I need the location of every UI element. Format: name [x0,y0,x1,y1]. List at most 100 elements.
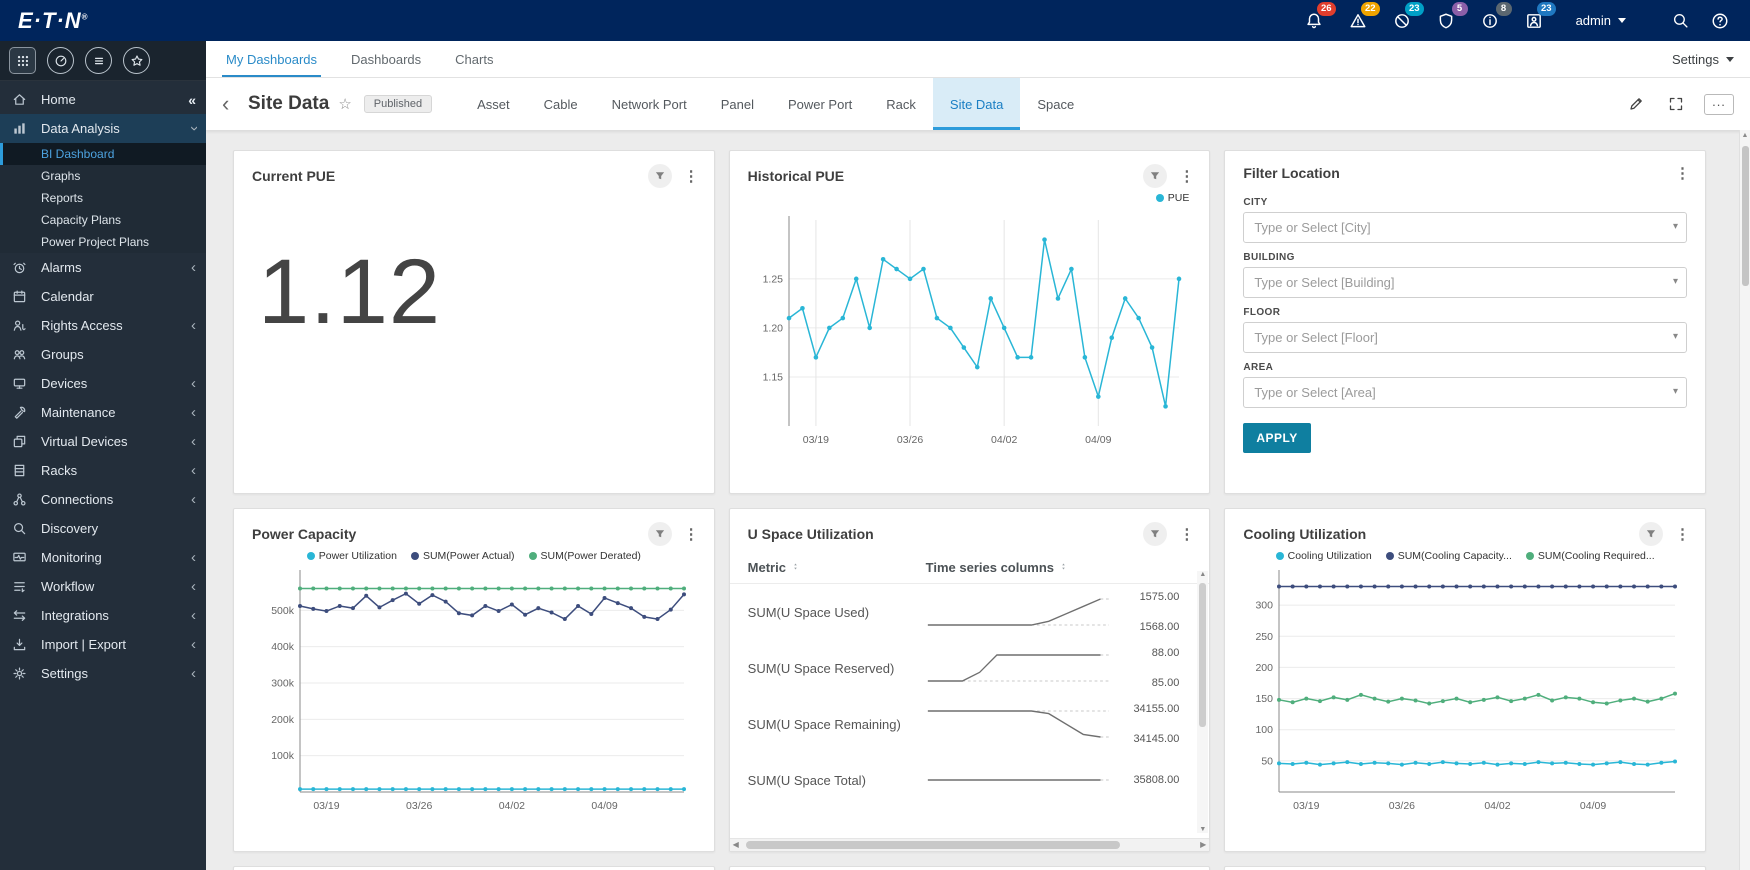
card-menu-icon[interactable]: ⋮ [681,167,702,185]
vertical-scrollbar[interactable]: ▲ ▼ [1197,571,1209,833]
sidebar-item-bi-dashboard[interactable]: BI Dashboard [0,143,206,165]
legend-item[interactable]: Cooling Utilization [1275,550,1372,562]
sidebar-item-maintenance[interactable]: Maintenance ‹ [0,398,206,427]
user-menu[interactable]: admin [1576,13,1626,28]
sidebar-item-graphs[interactable]: Graphs [0,165,206,187]
legend-item[interactable]: Power Utilization [306,550,397,562]
notification-badge: 8 [1495,1,1512,16]
virtual-devices-icon [12,434,34,449]
sidebar-item-monitoring[interactable]: Monitoring ‹ [0,543,206,572]
sidebar-item-reports[interactable]: Reports [0,187,206,209]
legend-item[interactable]: PUE [1155,192,1189,204]
filter-icon[interactable] [1638,522,1663,546]
column-header-metric[interactable]: Metric [748,560,786,575]
filter-icon[interactable] [1143,522,1168,546]
sidebar-item-capacity-plans[interactable]: Capacity Plans [0,209,206,231]
sidebar-item-home[interactable]: Home « [0,85,206,114]
tab-network-port[interactable]: Network Port [595,78,704,130]
legend-item[interactable]: SUM(Power Actual) [410,550,515,562]
sidebar-item-settings[interactable]: Settings ‹ [0,659,206,688]
historical-pue-chart: 1.15 1.20 1.25 03/19 03/26 04/02 04/09 [763,216,1182,446]
user-sessions-icon[interactable]: 23 [1522,1,1556,33]
security-icon[interactable]: 5 [1434,1,1468,33]
tab-my-dashboards[interactable]: My Dashboards [222,41,321,77]
sidebar-item-power-project-plans[interactable]: Power Project Plans [0,231,206,253]
horizontal-scrollbar[interactable]: ◀ ▶ [729,838,1210,851]
svg-text:1.25: 1.25 [763,273,784,285]
card-menu-icon[interactable]: ⋮ [1672,164,1693,182]
field-label-city: CITY [1243,197,1268,208]
sidebar-item-virtual-devices[interactable]: Virtual Devices ‹ [0,427,206,456]
legend-item[interactable]: SUM(Cooling Required... [1525,550,1655,562]
scroll-right-arrow[interactable]: ▶ [1200,840,1206,849]
more-options-button[interactable]: ... [1704,93,1734,115]
building-select-input[interactable] [1243,267,1687,298]
sort-icon[interactable] [791,560,800,575]
card-menu-icon[interactable]: ⋮ [1176,167,1197,185]
scrollbar-thumb[interactable] [745,841,1120,849]
city-select-input[interactable] [1243,212,1687,243]
sidebar-item-racks[interactable]: Racks ‹ [0,456,206,485]
tab-rack[interactable]: Rack [869,78,933,130]
sidebar-item-groups[interactable]: Groups [0,340,206,369]
filter-icon[interactable] [647,522,672,546]
floor-select-input[interactable] [1243,322,1687,353]
sidebar-item-discovery[interactable]: Discovery [0,514,206,543]
back-button[interactable]: ‹ [222,93,248,115]
tab-dashboards[interactable]: Dashboards [347,41,425,77]
sidebar-item-workflow[interactable]: Workflow ‹ [0,572,206,601]
favorites-quick-icon[interactable] [123,47,150,74]
legend-item[interactable]: SUM(Power Derated) [528,550,641,562]
card-menu-icon[interactable]: ⋮ [1672,525,1693,543]
alarms-icon[interactable]: 26 [1302,1,1336,33]
help-icon[interactable] [1708,9,1732,33]
favorite-star-icon[interactable]: ☆ [338,95,351,113]
sidebar-item-data-analysis[interactable]: Data Analysis ‹ [0,114,206,143]
column-header-series[interactable]: Time series columns [926,560,1054,575]
sidebar-item-calendar[interactable]: Calendar [0,282,206,311]
search-icon[interactable] [1668,9,1692,33]
metric-label: SUM(U Space Used) [747,604,870,620]
legend-item[interactable]: SUM(Cooling Capacity... [1385,550,1512,562]
apply-button[interactable]: APPLY [1243,423,1311,453]
sidebar-item-label: Alarms [41,260,82,275]
scrollbar-thumb[interactable] [1742,146,1749,286]
settings-menu[interactable]: Settings [1672,41,1734,77]
sort-icon[interactable] [1059,560,1068,575]
disabled-alarms-icon[interactable]: 23 [1390,1,1424,33]
tab-panel[interactable]: Panel [704,78,771,130]
svg-text:03/26: 03/26 [897,434,923,446]
sidebar-item-connections[interactable]: Connections ‹ [0,485,206,514]
tab-power-port[interactable]: Power Port [771,78,869,130]
fullscreen-icon[interactable] [1664,92,1688,116]
warnings-icon[interactable]: 22 [1346,1,1380,33]
area-select-input[interactable] [1243,377,1687,408]
scroll-left-arrow[interactable]: ◀ [733,840,739,849]
sidebar-collapse-icon[interactable]: « [188,93,196,107]
edit-pencil-icon[interactable] [1624,92,1648,116]
sidebar-item-label: Racks [41,463,78,478]
card-menu-icon[interactable]: ⋮ [1176,525,1197,543]
filter-icon[interactable] [647,164,672,188]
sidebar-item-integrations[interactable]: Integrations ‹ [0,601,206,630]
tab-charts[interactable]: Charts [451,41,497,77]
information-icon[interactable]: 8 [1478,1,1512,33]
card-menu-icon[interactable]: ⋮ [681,525,702,543]
apps-grid-icon[interactable] [9,47,36,74]
tab-space[interactable]: Space [1020,78,1091,130]
sidebar-item-rights-access[interactable]: Rights Access ‹ [0,311,206,340]
tab-asset[interactable]: Asset [460,78,527,130]
sidebar-item-alarms[interactable]: Alarms ‹ [0,253,206,282]
scroll-up-arrow[interactable]: ▲ [1197,571,1208,578]
dashboards-quick-icon[interactable] [47,47,74,74]
sidebar-item-devices[interactable]: Devices ‹ [0,369,206,398]
sidebar-item-import-export[interactable]: Import | Export ‹ [0,630,206,659]
scrollbar-thumb[interactable] [1199,583,1207,728]
scroll-up-arrow[interactable]: ▲ [1740,132,1750,139]
tab-cable[interactable]: Cable [527,78,595,130]
filter-icon[interactable] [1143,164,1168,188]
scroll-down-arrow[interactable]: ▼ [1197,826,1208,833]
tab-site-data[interactable]: Site Data [932,78,1021,130]
page-scrollbar[interactable]: ▲ [1739,130,1750,870]
list-quick-icon[interactable] [85,47,112,74]
